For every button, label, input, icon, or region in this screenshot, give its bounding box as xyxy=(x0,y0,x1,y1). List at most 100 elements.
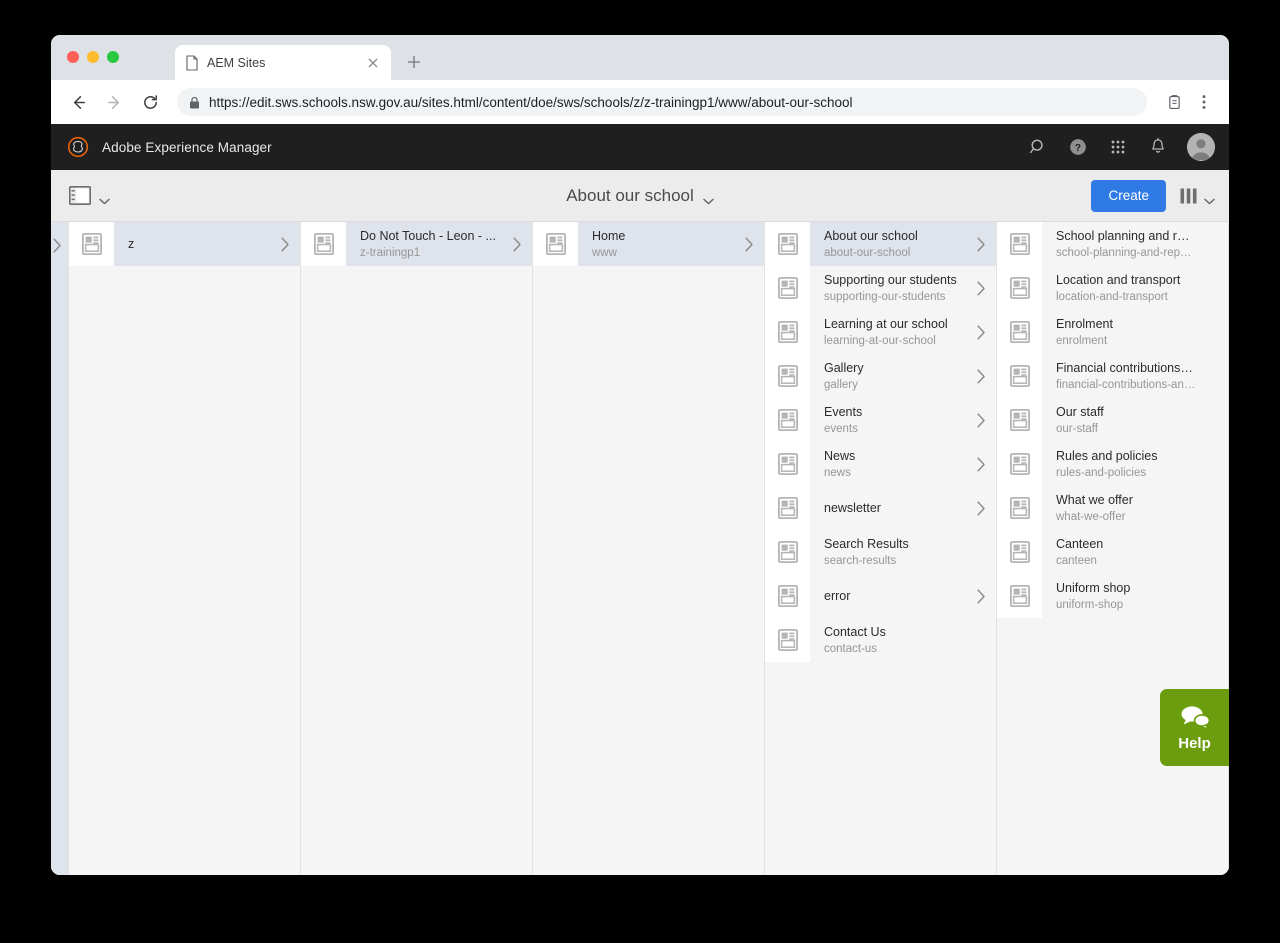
list-item[interactable]: Search Results search-results xyxy=(765,530,996,574)
search-icon[interactable] xyxy=(1027,136,1049,158)
list-item-subtitle: our-staff xyxy=(1056,422,1098,435)
close-icon[interactable] xyxy=(365,55,381,71)
list-item[interactable]: Supporting our students supporting-our-st… xyxy=(765,266,996,310)
list-item-text: Learning at our school learning-at-our-sc… xyxy=(810,317,970,348)
forward-button[interactable] xyxy=(99,87,129,117)
list-item[interactable]: z xyxy=(69,222,300,266)
chevron-right-icon[interactable] xyxy=(970,456,996,472)
omnibox-actions xyxy=(1161,89,1217,115)
chevron-right-icon[interactable] xyxy=(506,236,532,252)
chevron-right-icon[interactable] xyxy=(970,236,996,252)
help-icon[interactable]: ? xyxy=(1067,136,1089,158)
list-item-title: School planning and reporting xyxy=(1056,228,1196,243)
browser-tab-strip: AEM Sites xyxy=(51,35,1229,80)
reload-button[interactable] xyxy=(135,87,165,117)
list-item[interactable]: Gallery gallery xyxy=(765,354,996,398)
list-item-title: Location and transport xyxy=(1056,272,1181,287)
list-item[interactable]: News news xyxy=(765,442,996,486)
list-item[interactable]: Learning at our school learning-at-our-sc… xyxy=(765,310,996,354)
list-item-subtitle: financial-contributions-and-as... xyxy=(1056,378,1196,391)
create-button[interactable]: Create xyxy=(1091,179,1166,212)
view-switcher-button[interactable] xyxy=(1180,188,1215,205)
list-item[interactable]: Financial contributions and as... financi… xyxy=(997,354,1228,398)
list-item-title: Financial contributions and as... xyxy=(1056,360,1196,375)
list-item-title: Home xyxy=(592,228,626,243)
url-input[interactable]: https://edit.sws.schools.nsw.gov.au/site… xyxy=(177,88,1147,116)
help-widget-button[interactable]: Help xyxy=(1160,689,1229,766)
list-item[interactable]: Home www xyxy=(533,222,764,266)
window-close-button[interactable] xyxy=(67,51,79,63)
chevron-right-icon[interactable] xyxy=(970,280,996,296)
list-item-text: Rules and policies rules-and-policies xyxy=(1042,449,1202,480)
list-item[interactable]: Events events xyxy=(765,398,996,442)
list-item-title: error xyxy=(824,588,851,603)
browser-menu-button[interactable] xyxy=(1191,89,1217,115)
list-item-title: Canteen xyxy=(1056,536,1104,551)
chevron-right-icon[interactable] xyxy=(970,324,996,340)
chevron-right-icon[interactable] xyxy=(738,236,764,252)
chevron-right-icon[interactable] xyxy=(970,412,996,428)
chevron-right-icon[interactable] xyxy=(274,236,300,252)
list-item[interactable]: School planning and reporting school-plan… xyxy=(997,222,1228,266)
page-thumbnail-icon xyxy=(765,618,810,662)
chevron-down-icon xyxy=(99,192,110,205)
list-item-title: Do Not Touch - Leon - ... xyxy=(360,228,496,243)
chevron-right-icon[interactable] xyxy=(970,368,996,384)
list-item-title: Events xyxy=(824,404,863,419)
list-item-title: z xyxy=(128,236,135,251)
list-item-title: News xyxy=(824,448,856,463)
list-item-text: Uniform shop uniform-shop xyxy=(1042,581,1202,612)
column-1: z xyxy=(69,222,301,875)
list-item-text: Our staff our-staff xyxy=(1042,405,1202,436)
list-item[interactable]: Enrolment enrolment xyxy=(997,310,1228,354)
page-thumbnail-icon xyxy=(997,354,1042,398)
back-button[interactable] xyxy=(63,87,93,117)
list-item[interactable]: What we offer what-we-offer xyxy=(997,486,1228,530)
list-item[interactable]: Do Not Touch - Leon - ... z-trainingp1 xyxy=(301,222,532,266)
page-thumbnail-icon xyxy=(997,486,1042,530)
chevron-down-icon[interactable] xyxy=(703,192,714,205)
apps-grid-icon[interactable] xyxy=(1107,136,1129,158)
extension-icon[interactable] xyxy=(1161,89,1187,115)
chevron-right-icon[interactable] xyxy=(970,500,996,516)
list-item[interactable]: Our staff our-staff xyxy=(997,398,1228,442)
column-browser: z Do Not Touch - Leon - ... z-trainingp1 Ho… xyxy=(51,222,1229,875)
new-tab-button[interactable] xyxy=(403,51,425,73)
page-thumbnail-icon xyxy=(765,222,810,266)
column-4: About our school about-our-school Supporti… xyxy=(765,222,997,875)
list-item[interactable]: Uniform shop uniform-shop xyxy=(997,574,1228,618)
browser-tab[interactable]: AEM Sites xyxy=(175,45,391,80)
list-item-subtitle: gallery xyxy=(824,378,858,391)
list-item-text: newsletter xyxy=(810,501,970,516)
list-item-text: School planning and reporting school-plan… xyxy=(1042,229,1202,260)
notifications-bell-icon[interactable] xyxy=(1147,136,1169,158)
list-item-subtitle: what-we-offer xyxy=(1056,510,1126,523)
page-thumbnail-icon xyxy=(69,222,114,266)
list-item[interactable]: error xyxy=(765,574,996,618)
aem-header-actions: ? xyxy=(1027,133,1215,161)
page-thumbnail-icon xyxy=(997,398,1042,442)
list-item-text: error xyxy=(810,589,970,604)
window-minimize-button[interactable] xyxy=(87,51,99,63)
list-item-subtitle: enrolment xyxy=(1056,334,1108,347)
list-item[interactable]: Contact Us contact-us xyxy=(765,618,996,662)
list-item-subtitle: school-planning-and-reporting xyxy=(1056,246,1196,259)
list-item-text: Supporting our students supporting-our-st… xyxy=(810,273,970,304)
aem-application: Adobe Experience Manager ? About our sch… xyxy=(51,124,1229,875)
list-item[interactable]: Canteen canteen xyxy=(997,530,1228,574)
list-item[interactable]: About our school about-our-school xyxy=(765,222,996,266)
list-item[interactable]: Rules and policies rules-and-policies xyxy=(997,442,1228,486)
chevron-down-icon xyxy=(1204,192,1215,205)
list-item[interactable]: Location and transport location-and-trans… xyxy=(997,266,1228,310)
window-traffic-lights xyxy=(67,51,119,63)
list-item-title: About our school xyxy=(824,228,918,243)
avatar[interactable] xyxy=(1187,133,1215,161)
list-item[interactable]: newsletter xyxy=(765,486,996,530)
browser-window: AEM Sites https://edit.sws.schools.nsw.g… xyxy=(51,35,1229,875)
window-maximize-button[interactable] xyxy=(107,51,119,63)
chevron-right-icon[interactable] xyxy=(970,588,996,604)
url-text: https://edit.sws.schools.nsw.gov.au/site… xyxy=(209,94,853,110)
rail-toggle-button[interactable] xyxy=(69,186,110,205)
page-thumbnail-icon xyxy=(997,574,1042,618)
aem-home-link[interactable]: Adobe Experience Manager xyxy=(67,136,272,158)
